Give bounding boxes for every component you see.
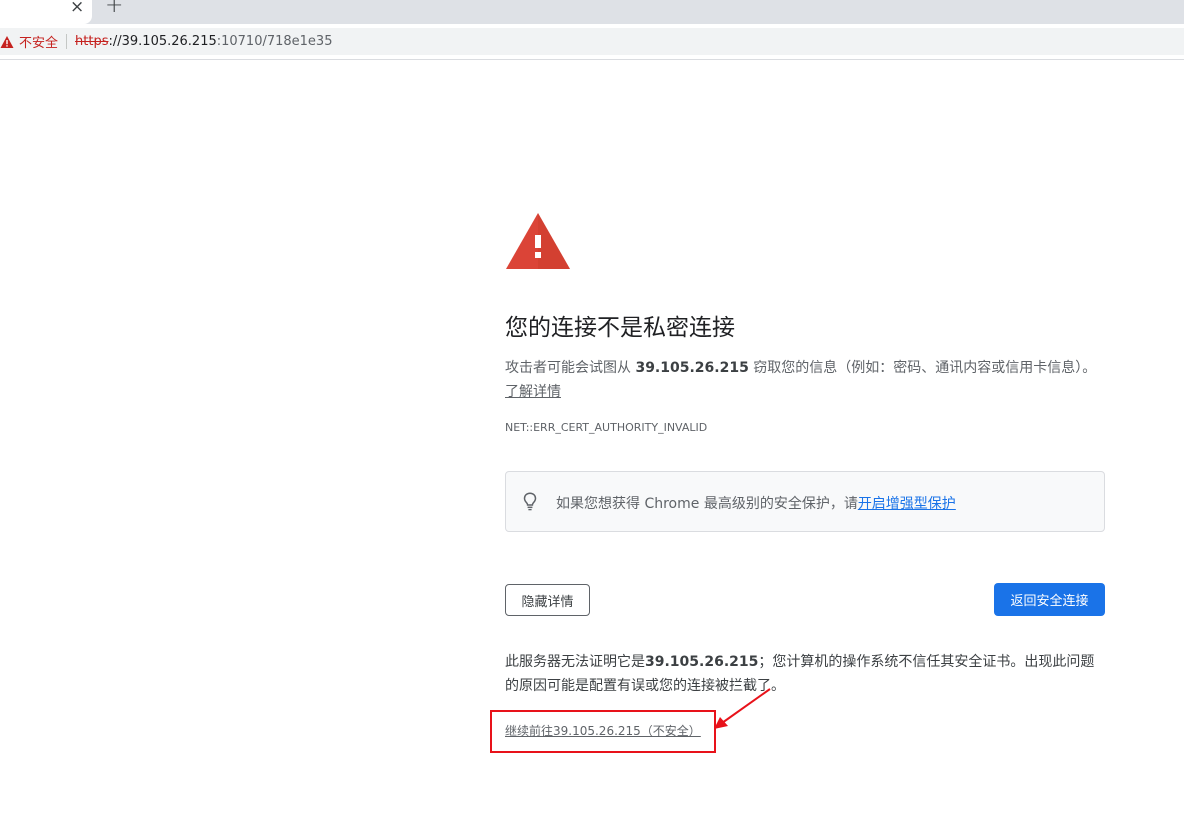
close-tab-icon[interactable]: × bbox=[70, 0, 84, 17]
omnibox-divider bbox=[66, 34, 68, 49]
tip-text-main: 如果您想获得 Chrome 最高级别的安全保护，请 bbox=[556, 496, 858, 512]
learn-more-link[interactable]: 了解详情 bbox=[505, 384, 561, 400]
details-prefix: 此服务器无法证明它是 bbox=[505, 654, 645, 670]
url-scheme: https bbox=[75, 34, 109, 49]
browser-toolbar: 不安全 https://39.105.26.215:10710/718e1e35 bbox=[0, 24, 1184, 60]
details-host: 39.105.26.215 bbox=[645, 654, 759, 670]
url-separator: :// bbox=[108, 34, 122, 49]
desc-host: 39.105.26.215 bbox=[635, 360, 749, 376]
url-path: :10710/718e1e35 bbox=[216, 34, 333, 49]
url-text[interactable]: https://39.105.26.215:10710/718e1e35 bbox=[75, 34, 332, 49]
url-host: 39.105.26.215 bbox=[121, 34, 217, 49]
page-title: 您的连接不是私密连接 bbox=[505, 315, 735, 341]
lightbulb-icon bbox=[523, 492, 537, 511]
warning-description: 攻击者可能会试图从 39.105.26.215 窃取您的信息（例如：密码、通讯内… bbox=[505, 356, 1105, 404]
error-code: NET::ERR_CERT_AUTHORITY_INVALID bbox=[505, 421, 708, 434]
annotation-arrow-icon bbox=[714, 688, 771, 729]
address-bar[interactable]: 不安全 https://39.105.26.215:10710/718e1e35 bbox=[0, 28, 1184, 55]
enhanced-protection-tip: 如果您想获得 Chrome 最高级别的安全保护，请开启增强型保护 bbox=[505, 471, 1105, 532]
tab-strip: × + bbox=[0, 0, 1184, 24]
tip-text: 如果您想获得 Chrome 最高级别的安全保护，请开启增强型保护 bbox=[556, 493, 956, 513]
desc-prefix: 攻击者可能会试图从 bbox=[505, 360, 636, 376]
back-to-safety-button[interactable]: 返回安全连接 bbox=[994, 583, 1105, 616]
details-text: 此服务器无法证明它是39.105.26.215；您计算机的操作系统不信任其安全证… bbox=[505, 650, 1105, 698]
enable-enhanced-protection-link[interactable]: 开启增强型保护 bbox=[858, 496, 956, 512]
warning-triangle-icon bbox=[506, 213, 570, 269]
annotation-highlight-box bbox=[490, 710, 716, 753]
new-tab-icon[interactable]: + bbox=[105, 0, 123, 18]
desc-suffix: 窃取您的信息（例如：密码、通讯内容或信用卡信息）。 bbox=[748, 360, 1097, 376]
not-secure-warning-icon[interactable] bbox=[0, 35, 14, 49]
active-tab[interactable]: × bbox=[0, 0, 92, 24]
not-secure-label[interactable]: 不安全 bbox=[19, 32, 58, 51]
hide-details-button[interactable]: 隐藏详情 bbox=[505, 584, 590, 616]
